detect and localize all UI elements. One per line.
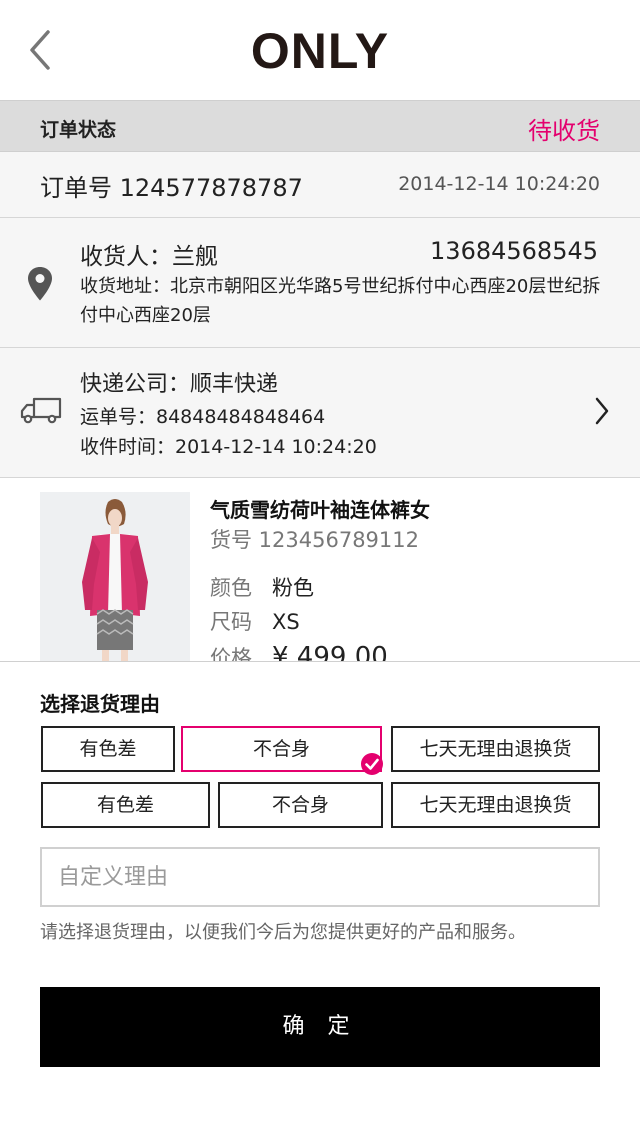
reason-option[interactable]: 有色差 (41, 726, 175, 772)
reason-option-selected[interactable]: 不合身 (181, 726, 383, 775)
tracking-number: 运单号：84848484848464 (80, 406, 326, 428)
price-label: 价格 (210, 646, 252, 662)
reason-option[interactable]: 七天无理由退换货 (391, 782, 600, 828)
reason-option[interactable]: 不合身 (218, 782, 383, 828)
product-image (40, 492, 190, 662)
color-value: 粉色 (272, 576, 314, 600)
price-value: ¥ 499.00 (272, 642, 388, 662)
sheet-title: 选择退货理由 (40, 692, 160, 716)
return-reason-sheet: 选择退货理由 有色差 不合身 七天无理由退换货 有色差 不合身 七天无理由退换货… (0, 661, 640, 1136)
express-company: 快递公司：顺丰快递 (80, 372, 279, 397)
receiver-name: 收货人：兰舰 (80, 244, 218, 270)
product-card[interactable]: 气质雪纺荷叶袖连体裤女 货号 123456789112 颜色 粉色 尺码 XS 价格… (0, 478, 640, 662)
product-color: 颜色 粉色 (210, 572, 314, 602)
order-status-label: 订单状态 (40, 119, 117, 141)
custom-reason-input[interactable] (40, 847, 600, 907)
receiver-phone: 13684568545 (430, 237, 598, 265)
order-info-row: 订单号 124577878787 2014-12-14 10:24:20 (0, 152, 640, 218)
product-photo (40, 492, 190, 662)
product-name: 气质雪纺荷叶袖连体裤女 (210, 498, 430, 522)
order-status-bar: 订单状态 待收货 (0, 100, 640, 152)
app-header: ONLY (0, 0, 640, 100)
express-info-row[interactable]: 快递公司：顺丰快递 运单号：84848484848464 收件时间：2014-1… (0, 348, 640, 478)
checkmark-icon (361, 753, 383, 775)
shipping-address-section: 收货人：兰舰 13684568545 收货地址：北京市朝阳区光华路5号世纪拆付中… (0, 218, 640, 348)
order-time: 2014-12-14 10:24:20 (398, 173, 600, 195)
truck-icon (20, 397, 62, 424)
location-pin-icon (28, 267, 52, 301)
product-size: 尺码 XS (210, 606, 300, 636)
color-label: 颜色 (210, 576, 252, 600)
confirm-button[interactable]: 确 定 (40, 987, 600, 1067)
order-number: 订单号 124577878787 (40, 174, 303, 202)
product-sku: 货号 123456789112 (210, 528, 420, 552)
chevron-right-icon[interactable] (594, 396, 610, 426)
reason-option-label: 不合身 (252, 738, 310, 760)
product-price: 价格 ¥ 499.00 (210, 642, 388, 662)
size-label: 尺码 (210, 610, 252, 634)
receive-time: 收件时间：2014-12-14 10:24:20 (80, 436, 377, 458)
address-text: 收货地址：北京市朝阳区光华路5号世纪拆付中心西座20层世纪拆付中心西座20层 (80, 276, 601, 326)
reason-hint: 请选择退货理由，以便我们今后为您提供更好的产品和服务。 (40, 922, 526, 943)
reason-option[interactable]: 有色差 (41, 782, 210, 828)
order-status-value: 待收货 (528, 117, 600, 145)
reason-option[interactable]: 七天无理由退换货 (391, 726, 600, 772)
size-value: XS (272, 610, 300, 634)
brand-logo: ONLY (250, 23, 390, 79)
